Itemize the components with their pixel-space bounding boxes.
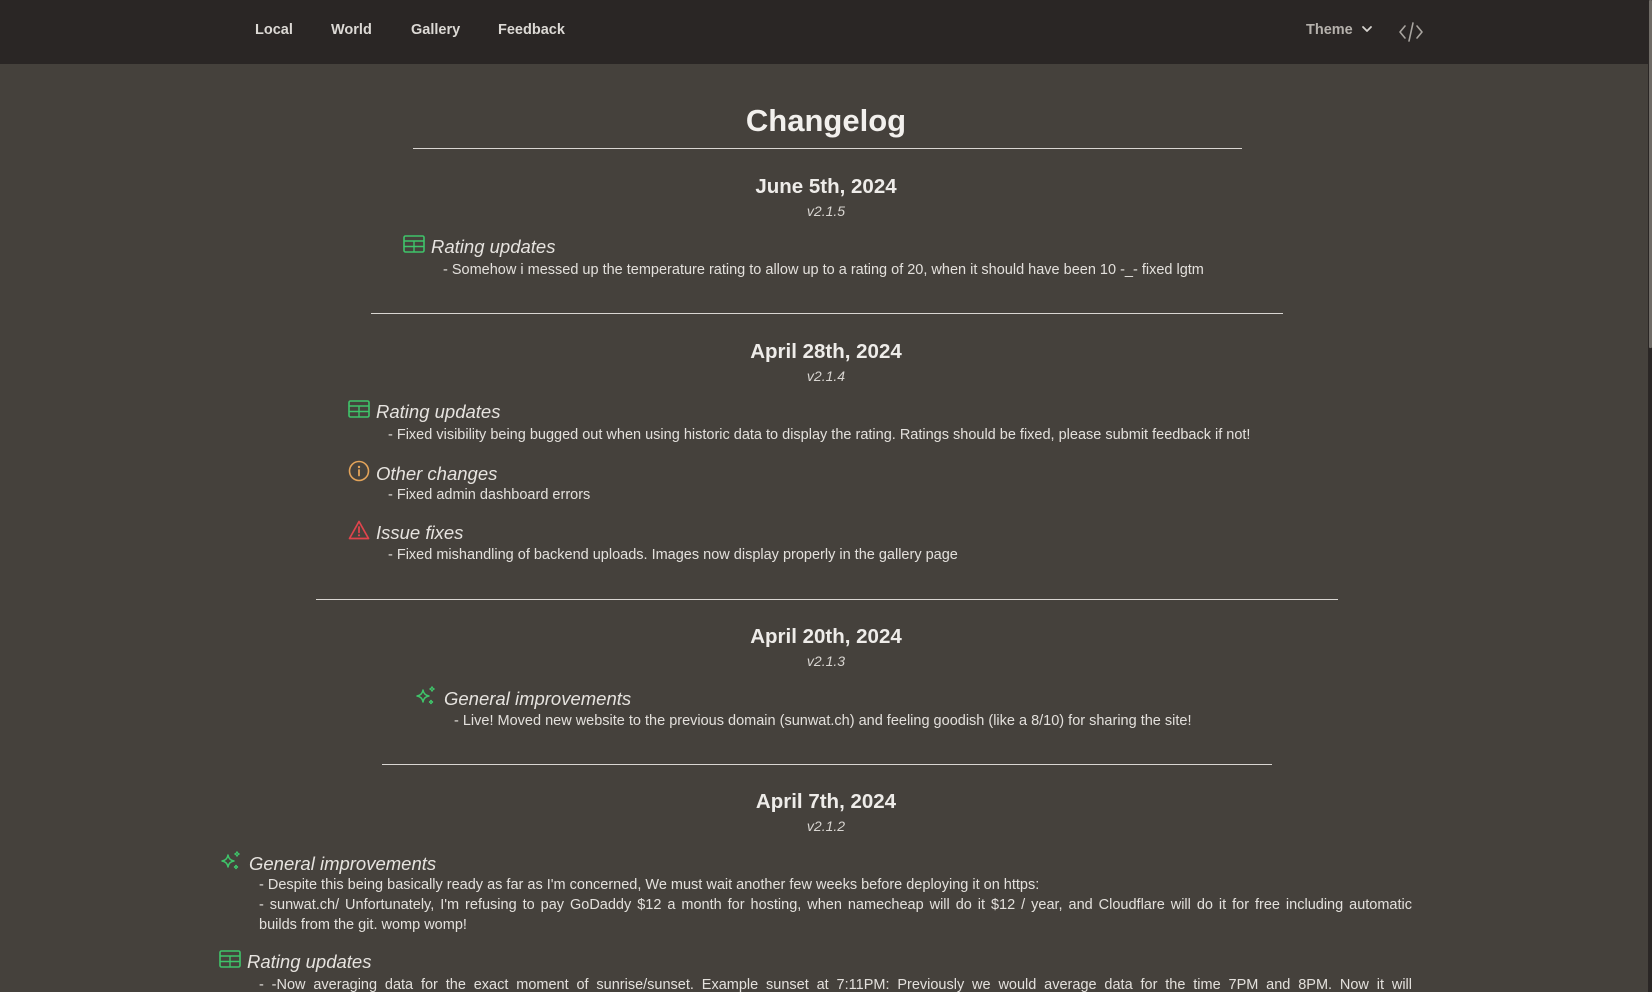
warning-icon <box>348 520 370 545</box>
section-line: - -Now averaging data for the exact mome… <box>259 977 1412 992</box>
section-line: - Fixed visibility being bugged out when… <box>388 427 1251 443</box>
section-heading: Issue fixes <box>348 520 463 545</box>
table-icon <box>348 400 370 423</box>
section-line: - Fixed mishandling of backend uploads. … <box>388 547 958 563</box>
entry-divider <box>316 599 1338 600</box>
section-line: - Fixed admin dashboard errors <box>388 487 591 503</box>
entry-divider <box>382 764 1272 765</box>
section-title: General improvements <box>444 687 632 709</box>
section-heading: Rating updates <box>348 400 500 423</box>
entry-version: v2.1.2 <box>806 818 846 834</box>
section-line: - Live! Moved new website to the previou… <box>454 713 1192 729</box>
top-navbar: Local World Gallery Feedback Theme <box>0 0 1648 64</box>
info-icon <box>348 460 370 487</box>
title-divider <box>413 148 1242 149</box>
section-title: Issue fixes <box>376 521 464 543</box>
nav-link-feedback[interactable]: Feedback <box>498 22 565 38</box>
section-title: Rating updates <box>247 950 372 972</box>
nav-link-world[interactable]: World <box>331 22 372 38</box>
chevron-down-icon <box>1361 22 1373 38</box>
section-title: Rating updates <box>376 400 501 422</box>
theme-label: Theme <box>1306 22 1353 38</box>
nav-link-gallery[interactable]: Gallery <box>411 22 460 38</box>
table-icon <box>219 950 241 973</box>
theme-dropdown-button[interactable]: Theme <box>1306 22 1373 38</box>
page-title: Changelog <box>745 103 907 138</box>
source-code-button[interactable] <box>1398 20 1424 44</box>
section-heading: Rating updates <box>219 950 371 973</box>
section-line: builds from the git. womp womp! <box>259 917 467 933</box>
entry-date: April 20th, 2024 <box>750 625 902 648</box>
section-line: - Somehow i messed up the temperature ra… <box>443 262 1204 278</box>
entry-date: April 7th, 2024 <box>755 790 897 813</box>
entry-date: June 5th, 2024 <box>755 175 897 198</box>
entry-divider <box>371 313 1283 314</box>
code-icon <box>1398 22 1424 48</box>
section-title: Rating updates <box>431 235 556 257</box>
section-heading: Rating updates <box>403 235 555 258</box>
section-heading: General improvements <box>219 850 436 877</box>
section-heading: Other changes <box>348 460 497 487</box>
entry-version: v2.1.4 <box>806 368 846 384</box>
section-heading: General improvements <box>414 685 631 712</box>
section-line: - sunwat.ch/ Unfortunately, I'm refusing… <box>259 897 1412 913</box>
section-title: General improvements <box>249 852 437 874</box>
sparkles-icon <box>219 850 243 877</box>
table-icon <box>403 235 425 258</box>
section-line: - Despite this being basically ready as … <box>259 877 1040 893</box>
nav-link-local[interactable]: Local <box>255 22 293 38</box>
section-title: Other changes <box>376 462 498 484</box>
entry-version: v2.1.5 <box>806 203 846 219</box>
sparkles-icon <box>414 685 438 712</box>
entry-version: v2.1.3 <box>806 653 846 669</box>
entry-date: April 28th, 2024 <box>750 340 902 363</box>
